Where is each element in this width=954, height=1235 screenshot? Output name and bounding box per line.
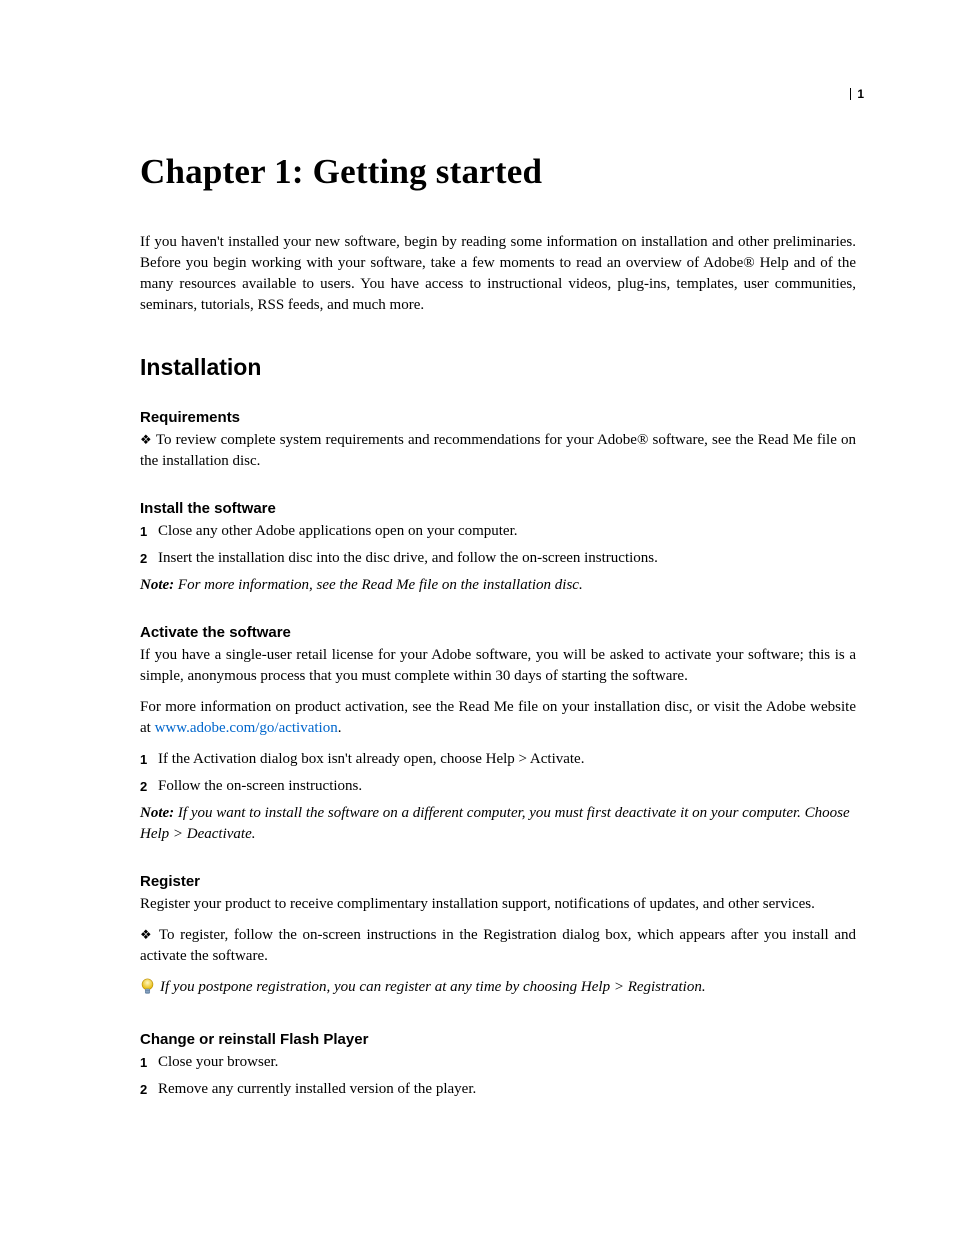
subhead-install: Install the software — [140, 500, 856, 517]
note-label: Note: — [140, 805, 174, 821]
requirements-body: ❖ To review complete system requirements… — [140, 430, 856, 472]
diamond-bullet-icon: ❖ — [140, 432, 152, 447]
section-heading-installation: Installation — [140, 354, 856, 381]
note-text: For more information, see the Read Me fi… — [174, 577, 583, 593]
register-p1: Register your product to receive complim… — [140, 894, 856, 915]
step-text: Remove any currently installed version o… — [158, 1079, 476, 1100]
activation-link[interactable]: www.adobe.com/go/activation — [155, 720, 338, 736]
activate-p1: If you have a single-user retail license… — [140, 645, 856, 687]
step-text: Close your browser. — [158, 1052, 278, 1073]
install-note: Note: For more information, see the Read… — [140, 575, 856, 596]
activate-p2b: . — [338, 720, 342, 736]
subhead-flash: Change or reinstall Flash Player — [140, 1031, 856, 1048]
step-number: 1 — [140, 749, 158, 770]
subhead-activate: Activate the software — [140, 624, 856, 641]
step-text: If the Activation dialog box isn't alrea… — [158, 749, 584, 770]
step-text: Insert the installation disc into the di… — [158, 548, 658, 569]
page-number: 1 — [850, 88, 864, 100]
diamond-bullet-icon: ❖ — [140, 927, 154, 942]
install-step-2: 2 Insert the installation disc into the … — [140, 548, 856, 569]
step-number: 1 — [140, 1052, 158, 1073]
chapter-title: Chapter 1: Getting started — [140, 152, 856, 192]
note-text: If you want to install the software on a… — [140, 805, 850, 842]
step-number: 2 — [140, 1079, 158, 1100]
subhead-requirements: Requirements — [140, 409, 856, 426]
register-bullet-text: To register, follow the on-screen instru… — [140, 927, 856, 964]
step-number: 2 — [140, 776, 158, 797]
install-step-1: 1 Close any other Adobe applications ope… — [140, 521, 856, 542]
step-number: 1 — [140, 521, 158, 542]
lightbulb-icon — [140, 977, 160, 1003]
subhead-register: Register — [140, 873, 856, 890]
register-bullet: ❖ To register, follow the on-screen inst… — [140, 925, 856, 967]
register-tip: If you postpone registration, you can re… — [140, 977, 856, 1003]
flash-step-1: 1 Close your browser. — [140, 1052, 856, 1073]
step-text: Close any other Adobe applications open … — [158, 521, 518, 542]
activate-p2: For more information on product activati… — [140, 697, 856, 739]
document-page: 1 Chapter 1: Getting started If you have… — [0, 0, 954, 1235]
requirements-text: To review complete system requirements a… — [140, 432, 856, 469]
activate-note: Note: If you want to install the softwar… — [140, 803, 856, 845]
activate-step-2: 2 Follow the on-screen instructions. — [140, 776, 856, 797]
tip-text: If you postpone registration, you can re… — [160, 977, 706, 998]
flash-step-2: 2 Remove any currently installed version… — [140, 1079, 856, 1100]
step-text: Follow the on-screen instructions. — [158, 776, 362, 797]
activate-step-1: 1 If the Activation dialog box isn't alr… — [140, 749, 856, 770]
step-number: 2 — [140, 548, 158, 569]
intro-paragraph: If you haven't installed your new softwa… — [140, 232, 856, 316]
note-label: Note: — [140, 577, 174, 593]
